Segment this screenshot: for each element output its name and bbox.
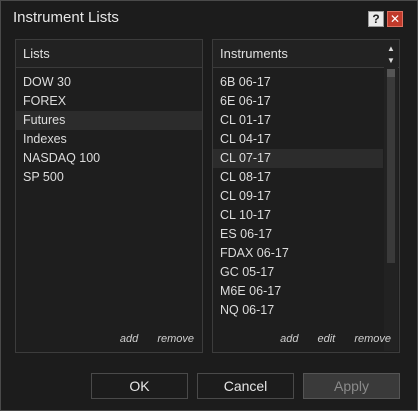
instruments-scrollbar[interactable]: ▲ ▼ <box>384 41 398 351</box>
add-instrument-link[interactable]: add <box>280 333 298 345</box>
instrument-item[interactable]: FDAX 06-17 <box>213 244 383 263</box>
list-item-selected[interactable]: Futures <box>16 111 202 130</box>
scroll-up-arrow-icon[interactable]: ▲ <box>384 43 398 55</box>
ok-button[interactable]: OK <box>91 373 188 399</box>
instrument-item[interactable]: 6B 06-17 <box>213 73 383 92</box>
help-button[interactable]: ? <box>368 11 384 27</box>
instruments-footer: add edit remove <box>264 333 391 345</box>
scroll-down-arrow-icon[interactable]: ▼ <box>384 55 398 67</box>
lists-panel: Lists DOW 30 FOREX Futures Indexes NASDA… <box>15 39 203 353</box>
instruments-header: Instruments <box>213 40 399 68</box>
instrument-item[interactable]: CL 09-17 <box>213 187 383 206</box>
remove-instrument-link[interactable]: remove <box>354 333 391 345</box>
instrument-item[interactable]: CL 08-17 <box>213 168 383 187</box>
instrument-item[interactable]: GC 05-17 <box>213 263 383 282</box>
lists-list: DOW 30 FOREX Futures Indexes NASDAQ 100 … <box>16 73 202 187</box>
title-bar: Instrument Lists ? ✕ <box>1 1 417 35</box>
instrument-item[interactable]: NQ 06-17 <box>213 301 383 320</box>
list-item[interactable]: Indexes <box>16 130 202 149</box>
remove-list-link[interactable]: remove <box>157 333 194 345</box>
instrument-item[interactable]: CL 01-17 <box>213 111 383 130</box>
add-list-link[interactable]: add <box>120 333 138 345</box>
list-item[interactable]: DOW 30 <box>16 73 202 92</box>
instrument-item[interactable]: M6E 06-17 <box>213 282 383 301</box>
edit-instrument-link[interactable]: edit <box>318 333 336 345</box>
lists-header: Lists <box>16 40 202 68</box>
instrument-lists-dialog: Instrument Lists ? ✕ Lists DOW 30 FOREX … <box>0 0 418 411</box>
instrument-item[interactable]: ES 06-17 <box>213 225 383 244</box>
apply-button[interactable]: Apply <box>303 373 400 399</box>
instrument-item[interactable]: CL 10-17 <box>213 206 383 225</box>
instrument-item[interactable]: 6E 06-17 <box>213 92 383 111</box>
lists-footer: add remove <box>104 333 194 345</box>
scroll-thumb[interactable] <box>387 69 395 77</box>
dialog-title: Instrument Lists <box>13 9 119 26</box>
list-item[interactable]: FOREX <box>16 92 202 111</box>
instrument-item[interactable]: CL 04-17 <box>213 130 383 149</box>
instruments-panel: Instruments 6B 06-17 6E 06-17 CL 01-17 C… <box>212 39 400 353</box>
scroll-track[interactable] <box>387 69 395 263</box>
close-button[interactable]: ✕ <box>387 11 403 27</box>
list-item[interactable]: SP 500 <box>16 168 202 187</box>
list-item[interactable]: NASDAQ 100 <box>16 149 202 168</box>
instrument-item-selected[interactable]: CL 07-17 <box>213 149 383 168</box>
instruments-list: 6B 06-17 6E 06-17 CL 01-17 CL 04-17 CL 0… <box>213 73 383 320</box>
cancel-button[interactable]: Cancel <box>197 373 294 399</box>
